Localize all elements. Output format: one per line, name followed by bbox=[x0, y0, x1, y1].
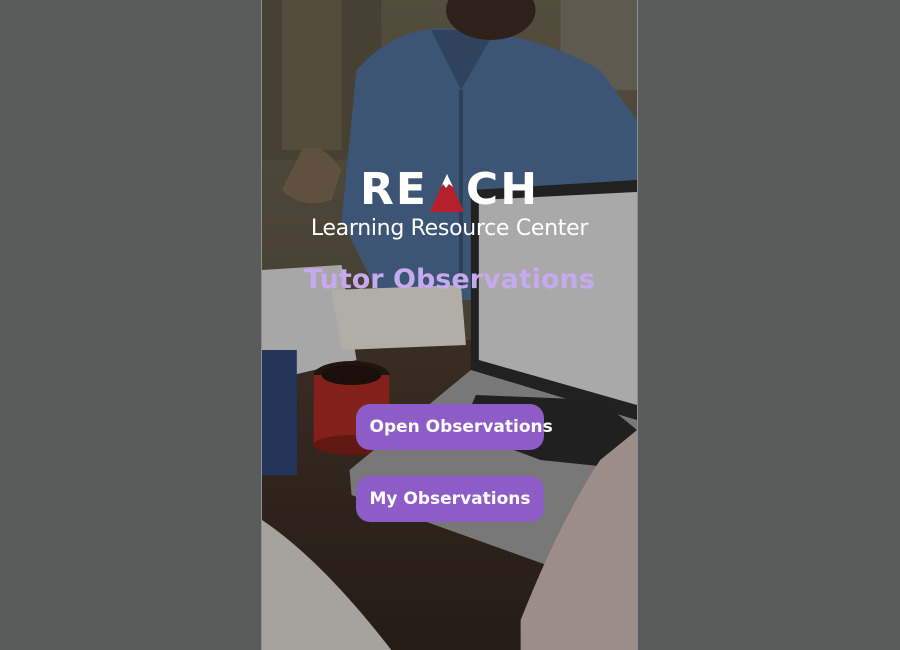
logo-wordmark: RE CH bbox=[360, 168, 539, 212]
app-window: RE CH Learning Resource Center Tutor Obs… bbox=[0, 0, 900, 650]
page-title: Tutor Observations bbox=[304, 264, 595, 295]
mountain-icon bbox=[429, 174, 464, 212]
mobile-screen: RE CH Learning Resource Center Tutor Obs… bbox=[261, 0, 638, 650]
reach-logo: RE CH Learning Resource Center bbox=[262, 168, 637, 242]
logo-subtitle: Learning Resource Center bbox=[310, 216, 589, 241]
my-observations-button[interactable]: My Observations bbox=[355, 476, 544, 522]
logo-letters-left: RE bbox=[359, 164, 428, 215]
open-observations-button[interactable]: Open Observations bbox=[355, 404, 553, 450]
logo-letters-right: CH bbox=[465, 164, 540, 215]
photo-dim-overlay bbox=[262, 0, 637, 650]
